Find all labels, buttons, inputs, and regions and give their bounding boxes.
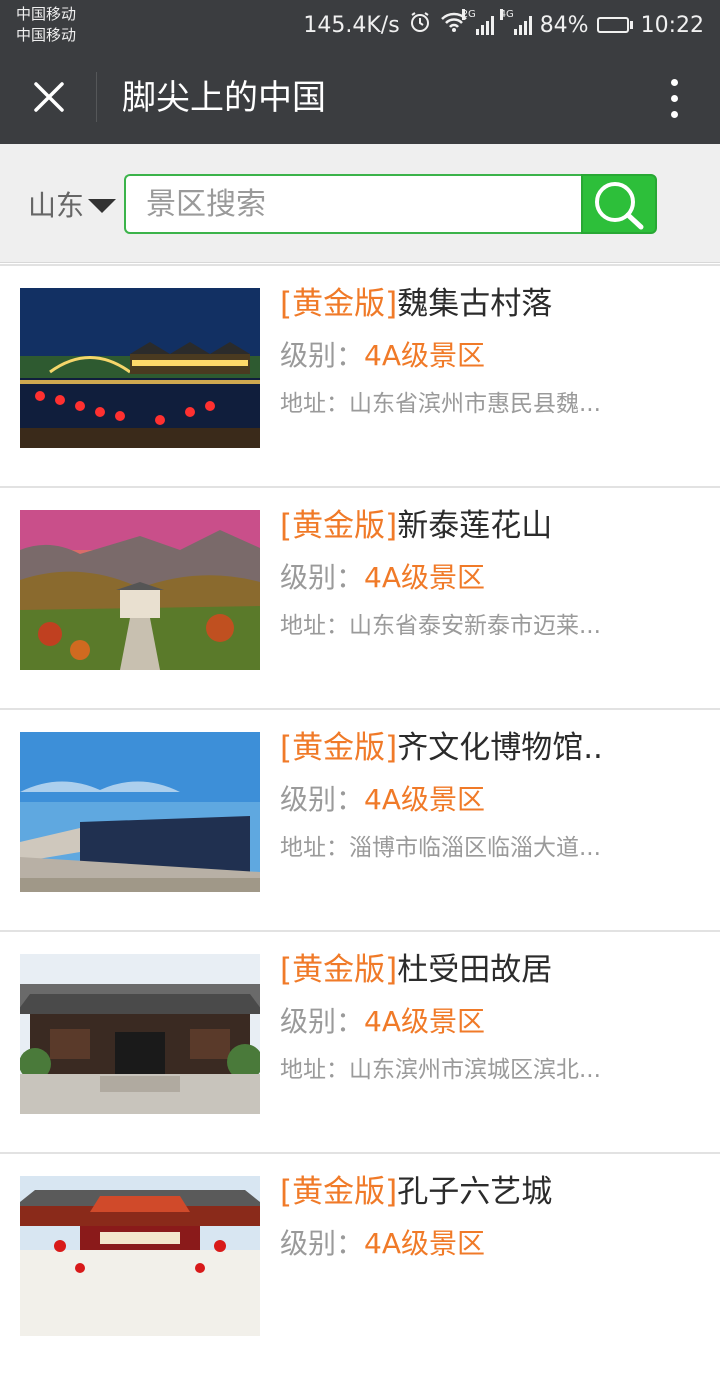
signal-4g-tag: 4G [499, 9, 514, 20]
level-value: 4A级景区 [364, 1227, 485, 1260]
level-label: 级别： [280, 783, 365, 816]
close-button[interactable] [24, 72, 74, 122]
item-name: 新泰莲花山 [397, 508, 553, 544]
region-selector[interactable]: 山东 [28, 184, 117, 224]
item-address: 地址：淄博市临淄区临淄大道... [280, 830, 601, 866]
more-vertical-icon-dot [670, 94, 678, 102]
close-icon [34, 82, 64, 112]
address-value: 淄博市临淄区临淄大道... [349, 835, 601, 861]
item-level: 级别：4A级景区 [280, 778, 485, 822]
gold-badge: [黄金版] [280, 286, 398, 322]
list-item[interactable]: [黄金版]新泰莲花山 级别：4A级景区 地址：山东省泰安新泰市迈莱... [0, 486, 720, 708]
search-icon [595, 182, 644, 230]
item-address: 地址：山东省滨州市惠民县魏... [280, 386, 601, 422]
signal-4g-icon: 4G [499, 9, 532, 35]
item-address: 地址：山东省泰安新泰市迈莱... [280, 608, 601, 644]
address-label: 地址： [280, 613, 349, 639]
signal-2g-tag: 2G [461, 9, 476, 20]
item-title: [黄金版]齐文化博物馆.. [280, 724, 603, 772]
carrier-name-1: 中国移动 [16, 5, 77, 23]
search-input[interactable] [124, 174, 581, 234]
carrier-name-2: 中国移动 [16, 26, 77, 44]
list-item[interactable]: [黄金版]孔子六艺城 级别：4A级景区 [0, 1152, 720, 1374]
thumbnail-image [20, 288, 260, 448]
alarm-icon [408, 10, 432, 40]
item-name: 杜受田故居 [397, 952, 553, 988]
title-divider [96, 72, 97, 122]
more-vertical-icon-dot [670, 110, 678, 118]
level-value: 4A级景区 [364, 561, 485, 594]
clock: 10:22 [640, 12, 704, 38]
battery-icon [596, 17, 633, 33]
list-item[interactable]: [黄金版]魏集古村落 级别：4A级景区 地址：山东省滨州市惠民县魏... [0, 264, 720, 486]
title-bar: 脚尖上的中国 [0, 52, 720, 144]
thumbnail-image [20, 954, 260, 1114]
search-button[interactable] [581, 174, 657, 234]
item-level: 级别：4A级景区 [280, 1222, 485, 1266]
level-value: 4A级景区 [364, 783, 485, 816]
status-bar: 中国移动 中国移动 145.4K/s 2G 4G 84% 10:22 [0, 0, 720, 52]
carrier-info: 中国移动 中国移动 [16, 4, 76, 46]
level-label: 级别： [280, 1005, 365, 1038]
item-title: [黄金版]新泰莲花山 [280, 502, 552, 550]
level-label: 级别： [280, 1227, 365, 1260]
gold-badge: [黄金版] [280, 730, 398, 766]
level-value: 4A级景区 [364, 339, 485, 372]
level-label: 级别： [280, 339, 365, 372]
level-value: 4A级景区 [364, 1005, 485, 1038]
address-value: 山东省滨州市惠民县魏... [349, 391, 601, 417]
list-item[interactable]: [黄金版]杜受田故居 级别：4A级景区 地址：山东滨州市滨城区滨北... [0, 930, 720, 1152]
gold-badge: [黄金版] [280, 1174, 398, 1210]
thumbnail-image [20, 1176, 260, 1336]
item-level: 级别：4A级景区 [280, 1000, 485, 1044]
item-title: [黄金版]杜受田故居 [280, 946, 552, 994]
thumbnail-image [20, 510, 260, 670]
item-name: 齐文化博物馆.. [397, 730, 603, 766]
status-icons: 145.4K/s 2G 4G 84% 10:22 [303, 9, 704, 40]
network-speed: 145.4K/s [303, 12, 400, 38]
gold-badge: [黄金版] [280, 952, 398, 988]
region-label: 山东 [28, 189, 85, 222]
item-title: [黄金版]孔子六艺城 [280, 1168, 552, 1216]
item-level: 级别：4A级景区 [280, 556, 485, 600]
page-title: 脚尖上的中国 [122, 78, 326, 118]
scenic-spot-list: [黄金版]魏集古村落 级别：4A级景区 地址：山东省滨州市惠民县魏... [黄金… [0, 264, 720, 1374]
search-bar: 山东 [0, 144, 720, 263]
item-address: 地址：山东滨州市滨城区滨北... [280, 1052, 601, 1088]
address-label: 地址： [280, 835, 349, 861]
item-name: 孔子六艺城 [397, 1174, 553, 1210]
item-level: 级别：4A级景区 [280, 334, 485, 378]
dropdown-triangle-icon [88, 199, 117, 213]
thumbnail-image [20, 732, 260, 892]
level-label: 级别： [280, 561, 365, 594]
address-value: 山东滨州市滨城区滨北... [349, 1057, 601, 1083]
item-title: [黄金版]魏集古村落 [280, 280, 552, 328]
address-label: 地址： [280, 1057, 349, 1083]
more-options-button[interactable] [662, 74, 686, 122]
more-vertical-icon-dot [670, 78, 678, 86]
address-label: 地址： [280, 391, 349, 417]
gold-badge: [黄金版] [280, 508, 398, 544]
list-item[interactable]: [黄金版]齐文化博物馆.. 级别：4A级景区 地址：淄博市临淄区临淄大道... [0, 708, 720, 930]
battery-percent: 84% [539, 12, 589, 38]
item-name: 魏集古村落 [397, 286, 553, 322]
signal-2g-icon: 2G [461, 9, 494, 35]
address-value: 山东省泰安新泰市迈莱... [349, 613, 601, 639]
